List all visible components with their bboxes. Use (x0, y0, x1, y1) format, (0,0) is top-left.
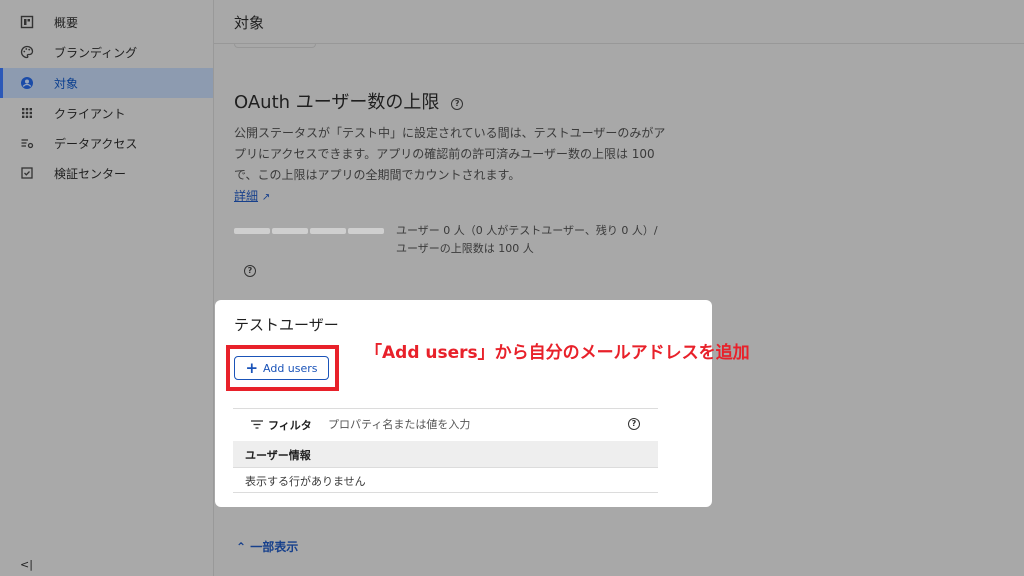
filter-label: フィルタ (268, 419, 312, 432)
oauth-limit-title-text: OAuth ユーザー数の上限 (234, 92, 440, 113)
sidebar-item-verification-center[interactable]: 検証センター (0, 158, 213, 188)
table-empty-row: 表示する行がありません (233, 468, 658, 493)
collapse-sidebar-icon[interactable]: <| (20, 558, 33, 571)
sidebar-item-audience[interactable]: 対象 (0, 68, 213, 98)
table-header: ユーザー情報 (233, 441, 658, 468)
oauth-limit-description: 公開ステータスが「テスト中」に設定されている間は、テストユーザーのみがアプリにア… (234, 123, 674, 208)
learn-more-link[interactable]: 詳細 (234, 189, 258, 203)
help-icon[interactable]: ? (451, 98, 464, 110)
help-icon[interactable]: ? (244, 265, 256, 277)
page-header: 対象 (214, 0, 1024, 44)
sidebar-item-label: 検証センター (54, 167, 127, 181)
sidebar-item-label: ブランディング (54, 46, 138, 60)
test-users-title: テストユーザー (234, 316, 339, 334)
help-icon[interactable]: ? (628, 418, 640, 430)
chevron-up-icon: ⌃ (236, 540, 247, 554)
palette-icon (20, 45, 34, 59)
sidebar-item-branding[interactable]: ブランディング (0, 37, 213, 67)
filter-icon (251, 420, 263, 429)
sidebar-item-overview[interactable]: 概要 (0, 7, 213, 37)
show-less-toggle[interactable]: ⌃ 一部表示 (236, 538, 298, 555)
test-users-card: テストユーザー + Add users 「Add users」から自分のメールア… (215, 300, 750, 507)
show-less-label: 一部表示 (250, 540, 299, 554)
sidebar: 概要 ブランディング 対象 クライアント データアクセス 検証センター <| (0, 0, 214, 576)
annotation-highlight-box (226, 345, 339, 391)
sidebar-item-clients[interactable]: クライアント (0, 98, 213, 128)
oauth-description-text: 公開ステータスが「テスト中」に設定されている間は、テストユーザーのみがアプリにア… (234, 126, 666, 182)
column-header-user-info[interactable]: ユーザー情報 (245, 447, 311, 463)
test-users-table: フィルタ ? ユーザー情報 表示する行がありません (233, 408, 658, 493)
sidebar-item-label: 対象 (54, 77, 79, 91)
settings-list-icon (21, 139, 34, 149)
checkbox-icon (21, 167, 33, 179)
grid-icon (22, 108, 32, 118)
user-cap-usage-text: ユーザー 0 人（0 人がテストユーザー、残り 0 人）/ ユーザーの上限数は … (396, 224, 658, 255)
sidebar-item-data-access[interactable]: データアクセス (0, 128, 213, 158)
previous-card-edge (234, 44, 316, 48)
sidebar-item-label: データアクセス (54, 137, 138, 151)
page-title: 対象 (234, 14, 265, 32)
sidebar-item-label: クライアント (54, 107, 126, 121)
account-circle-icon (21, 77, 33, 89)
dashboard-icon (20, 15, 34, 29)
filter-bar: フィルタ ? (233, 409, 658, 439)
oauth-limit-title: OAuth ユーザー数の上限 ? (234, 88, 464, 114)
user-cap-progress-bar (234, 228, 384, 234)
empty-message: 表示する行がありません (245, 475, 366, 488)
filter-input[interactable] (328, 415, 608, 433)
annotation-text: 「Add users」から自分のメールアドレスを追加 (365, 343, 750, 363)
external-link-icon: ↗ (261, 192, 271, 203)
sidebar-item-label: 概要 (54, 16, 79, 30)
